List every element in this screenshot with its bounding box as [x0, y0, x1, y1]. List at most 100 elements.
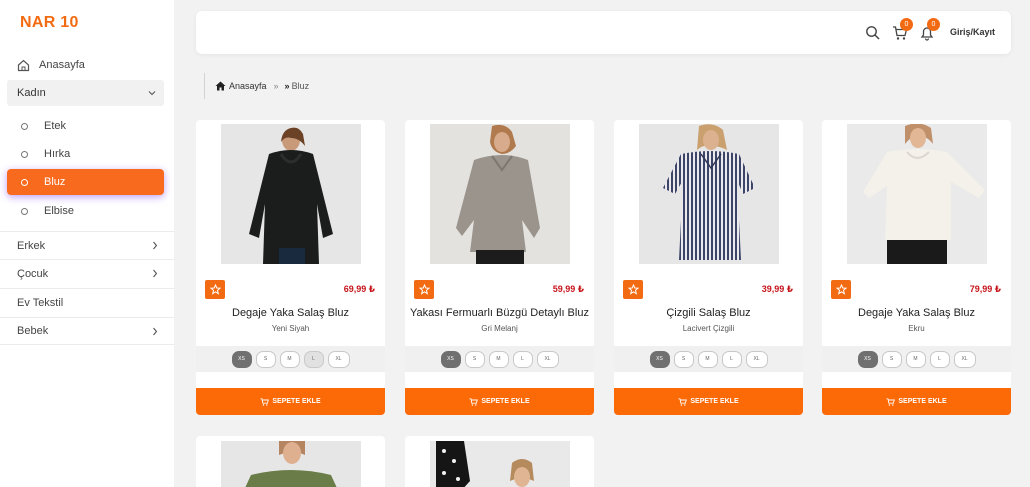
product-price: 79,99 ₺ — [969, 284, 1001, 294]
product-color: Ekru — [908, 324, 925, 333]
size-options: XS S M L XL — [405, 346, 594, 372]
size-option-m[interactable]: M — [697, 350, 718, 368]
size-option-s[interactable]: S — [255, 350, 276, 368]
sidebar-category-kadin[interactable]: Kadın — [7, 80, 164, 106]
home-icon — [17, 59, 30, 71]
chevron-right-icon — [153, 269, 158, 278]
sidebar: NAR 10 Anasayfa Kadın Etek Hırka Bluz El… — [0, 0, 174, 487]
chevron-right-icon — [153, 241, 158, 250]
product-price: 69,99 ₺ — [343, 284, 375, 294]
add-to-cart-label: SEPETE EKLE — [481, 398, 530, 405]
product-card[interactable]: 79,99 ₺ Degaje Yaka Salaş Bluz Ekru XS S… — [822, 120, 1011, 415]
size-option-xs[interactable]: XS — [231, 350, 252, 368]
sidebar-category-label: Erkek — [17, 239, 46, 252]
sidebar-category-ev-tekstil[interactable]: Ev Tekstil — [0, 288, 174, 316]
favorite-button[interactable] — [205, 280, 225, 299]
sidebar-subitem-elbise[interactable]: Elbise — [7, 198, 164, 224]
size-option-l[interactable]: L — [303, 350, 324, 368]
sidebar-category-bebek[interactable]: Bebek — [0, 317, 174, 345]
product-image[interactable] — [639, 124, 779, 264]
size-option-m[interactable]: M — [279, 350, 300, 368]
size-option-l[interactable]: L — [721, 350, 742, 368]
chevron-right-icon — [153, 327, 158, 335]
sidebar-category-label: Çocuk — [17, 267, 49, 280]
cart-icon — [678, 397, 688, 406]
product-image[interactable] — [847, 124, 987, 264]
product-card[interactable] — [196, 436, 385, 487]
add-to-cart-label: SEPETE EKLE — [690, 398, 739, 405]
product-card[interactable]: 59,99 ₺ Yakası Fermuarlı Büzgü Detaylı B… — [405, 120, 594, 415]
sidebar-subitem-label: Bluz — [44, 176, 66, 188]
add-to-cart-label: SEPETE EKLE — [272, 398, 321, 405]
circle-icon — [21, 207, 28, 215]
size-options: XS S M L XL — [614, 346, 803, 372]
sidebar-category-cocuk[interactable]: Çocuk — [0, 259, 174, 287]
product-name[interactable]: Degaje Yaka Salaş Bluz — [822, 307, 1011, 319]
add-to-cart-button[interactable]: SEPETE EKLE — [405, 388, 594, 415]
star-icon — [418, 284, 430, 295]
size-option-xl[interactable]: XL — [745, 350, 768, 368]
size-option-l[interactable]: L — [929, 350, 950, 368]
brand-logo[interactable]: NAR 10 — [20, 14, 79, 32]
sidebar-subitem-bluz[interactable]: Bluz — [7, 169, 164, 195]
product-card[interactable]: 69,99 ₺ Degaje Yaka Salaş Bluz Yeni Siya… — [196, 120, 385, 415]
product-name[interactable]: Yakası Fermuarlı Büzgü Detaylı Bluz — [405, 307, 594, 319]
size-options: XS S M L XL — [196, 346, 385, 372]
sidebar-subitem-hirka[interactable]: Hırka — [7, 141, 164, 167]
product-image[interactable] — [221, 441, 361, 487]
favorite-button[interactable] — [831, 280, 851, 299]
product-card[interactable]: 39,99 ₺ Çizgili Salaş Bluz Lacivert Çizg… — [614, 120, 803, 415]
product-image[interactable] — [430, 124, 570, 264]
cart-button[interactable]: 0 — [892, 18, 913, 41]
size-option-m[interactable]: M — [488, 350, 509, 368]
favorite-button[interactable] — [414, 280, 434, 299]
size-option-xl[interactable]: XL — [327, 350, 350, 368]
size-option-xs[interactable]: XS — [649, 350, 670, 368]
login-link[interactable]: Giriş/Kayıt — [950, 27, 995, 37]
breadcrumb: Anasayfa » » Bluz — [204, 73, 309, 99]
add-to-cart-button[interactable]: SEPETE EKLE — [822, 388, 1011, 415]
size-option-xs[interactable]: XS — [440, 350, 461, 368]
cart-icon — [469, 397, 479, 406]
size-option-xl[interactable]: XL — [536, 350, 559, 368]
size-option-xl[interactable]: XL — [953, 350, 976, 368]
size-option-s[interactable]: S — [881, 350, 902, 368]
breadcrumb-home[interactable]: Anasayfa — [229, 81, 267, 91]
sidebar-item-home[interactable]: Anasayfa — [17, 56, 85, 74]
sidebar-subitem-label: Elbise — [44, 205, 74, 217]
size-option-l[interactable]: L — [512, 350, 533, 368]
size-option-s[interactable]: S — [464, 350, 485, 368]
product-image[interactable] — [221, 124, 361, 264]
product-name[interactable]: Degaje Yaka Salaş Bluz — [196, 307, 385, 319]
product-image[interactable] — [430, 441, 570, 487]
sidebar-subitem-label: Hırka — [44, 148, 71, 160]
star-icon — [835, 284, 847, 295]
product-color: Lacivert Çizgili — [682, 324, 735, 333]
favorite-button[interactable] — [623, 280, 643, 299]
circle-icon — [21, 122, 28, 130]
sidebar-category-label: Kadın — [17, 87, 46, 99]
circle-icon — [21, 178, 28, 186]
size-options: XS S M L XL — [822, 346, 1011, 372]
size-option-xs[interactable]: XS — [857, 350, 878, 368]
add-to-cart-button[interactable]: SEPETE EKLE — [614, 388, 803, 415]
product-name[interactable]: Çizgili Salaş Bluz — [614, 307, 803, 319]
sidebar-category-erkek[interactable]: Erkek — [0, 231, 174, 259]
breadcrumb-current: Bluz — [291, 81, 310, 91]
search-icon[interactable] — [865, 25, 881, 41]
size-option-m[interactable]: M — [905, 350, 926, 368]
notification-count-badge: 0 — [927, 18, 940, 31]
add-to-cart-button[interactable]: SEPETE EKLE — [196, 388, 385, 415]
product-card[interactable] — [405, 436, 594, 487]
double-chevron-icon: » — [284, 81, 290, 91]
product-price: 59,99 ₺ — [552, 284, 584, 294]
size-option-s[interactable]: S — [673, 350, 694, 368]
notification-button[interactable]: 0 — [919, 18, 940, 41]
chevron-down-icon — [148, 91, 156, 96]
product-price: 39,99 ₺ — [761, 284, 793, 294]
sidebar-subitem-etek[interactable]: Etek — [7, 113, 164, 139]
cart-icon — [260, 397, 270, 406]
product-color: Gri Melanj — [481, 324, 518, 333]
sidebar-category-label: Bebek — [17, 325, 49, 337]
product-color: Yeni Siyah — [271, 324, 310, 333]
